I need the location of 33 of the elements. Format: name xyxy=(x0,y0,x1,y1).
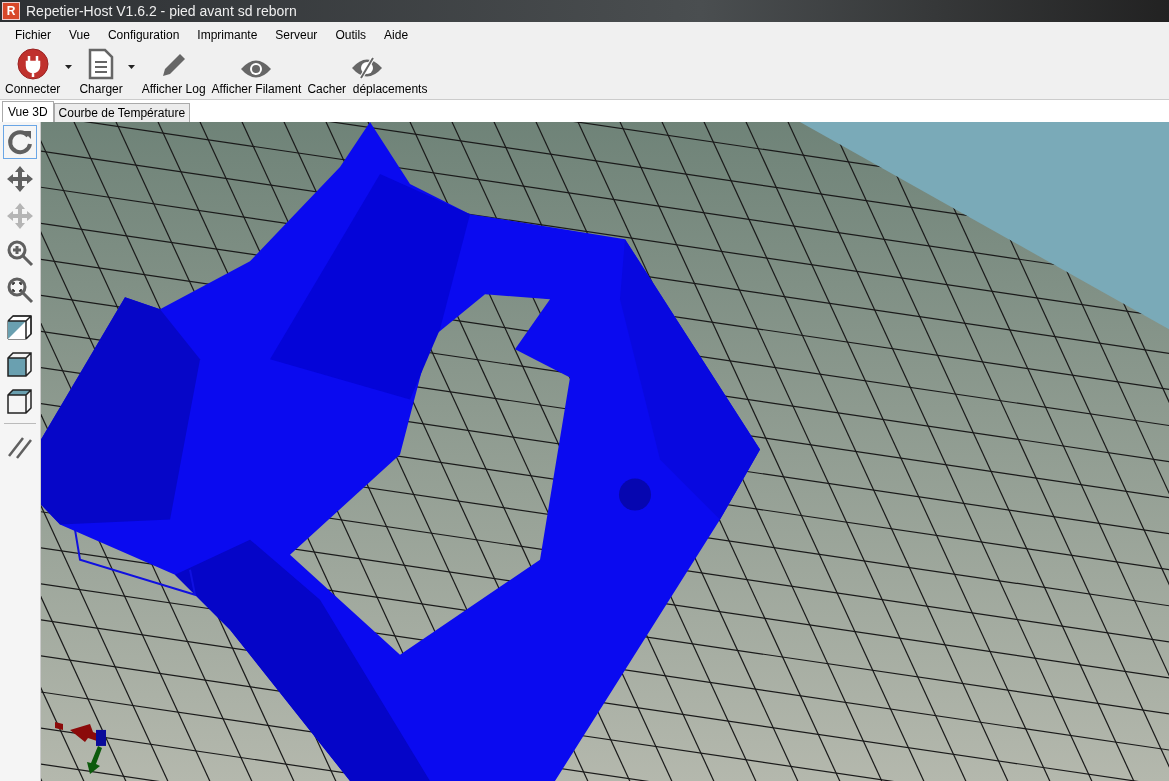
toolbar-button[interactable]: Afficher Filament xyxy=(208,58,305,99)
zoom-in-icon xyxy=(6,239,34,267)
menu-item[interactable]: Serveur xyxy=(266,28,327,42)
dropdown-caret-icon[interactable] xyxy=(127,65,135,69)
menu-item[interactable]: Imprimante xyxy=(188,28,267,42)
crossed-eye-icon xyxy=(351,56,384,80)
eye-icon xyxy=(240,58,273,80)
menu-item[interactable]: Aide xyxy=(375,28,418,42)
app-logo: R xyxy=(2,2,20,20)
cube-icon xyxy=(6,387,34,415)
plug-icon xyxy=(16,48,49,80)
dropdown-caret-icon[interactable] xyxy=(65,65,73,69)
menu-item[interactable]: Fichier xyxy=(6,28,60,42)
3d-viewport[interactable] xyxy=(41,122,1169,781)
cube-icon xyxy=(6,313,34,341)
zoom-fit-icon xyxy=(6,276,34,304)
toolbar-button[interactable]: Charger xyxy=(76,48,126,99)
view-tool-button[interactable] xyxy=(3,125,37,159)
tab[interactable]: Courbe de Température xyxy=(53,103,191,122)
four-arrows-icon xyxy=(6,165,34,193)
toolbar-button[interactable]: Connecter xyxy=(2,48,64,99)
four-arrows-icon xyxy=(6,202,34,230)
window-title: Repetier-Host V1.6.2 - pied avant sd reborn xyxy=(26,3,297,19)
toolbar-button[interactable]: Cacher déplacements xyxy=(304,56,431,99)
document-icon xyxy=(87,48,116,80)
toolbar-button[interactable]: Afficher Log xyxy=(138,50,209,99)
menu-item[interactable]: Configuration xyxy=(98,28,189,42)
axes-icon xyxy=(55,721,106,774)
menu-item[interactable]: Outils xyxy=(326,28,376,42)
rotate-icon xyxy=(6,128,34,156)
menu-item[interactable]: Vue xyxy=(60,28,99,42)
tab[interactable]: Vue 3D xyxy=(2,101,54,122)
cube-icon xyxy=(6,350,34,378)
